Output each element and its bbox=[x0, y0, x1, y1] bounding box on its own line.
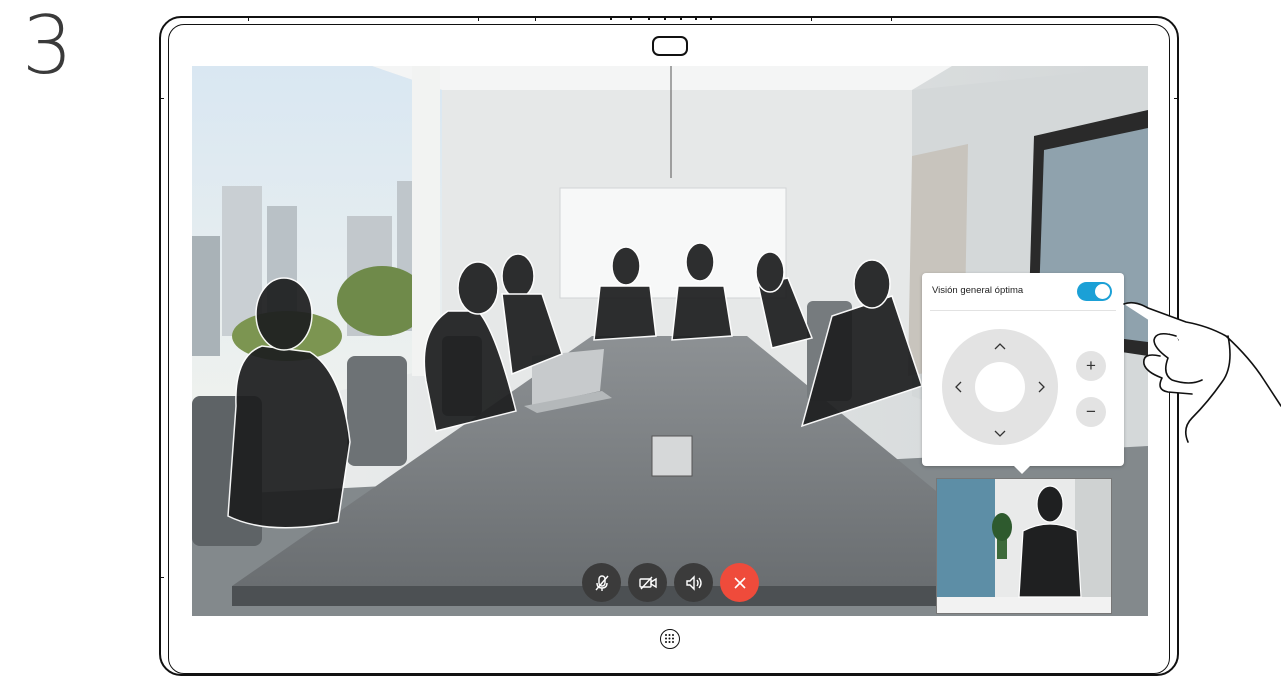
bezel-tick bbox=[248, 16, 249, 21]
zoom-out-button[interactable]: − bbox=[1076, 397, 1106, 427]
dpad-center bbox=[975, 362, 1025, 412]
call-controls bbox=[582, 563, 759, 603]
bezel-tick bbox=[680, 16, 682, 20]
chevron-down-icon bbox=[994, 430, 1006, 437]
bezel-tick bbox=[610, 16, 612, 20]
keypad-icon bbox=[665, 634, 674, 643]
bezel-tick bbox=[535, 16, 536, 21]
self-view-image bbox=[937, 479, 1111, 613]
bezel-tick bbox=[159, 577, 164, 578]
keypad-button[interactable] bbox=[660, 629, 680, 649]
volume-button[interactable] bbox=[674, 563, 713, 602]
mic-muted-icon bbox=[594, 574, 609, 591]
pan-down-button[interactable] bbox=[994, 427, 1006, 440]
bezel-tick bbox=[695, 16, 697, 20]
chevron-left-icon bbox=[955, 381, 962, 393]
pan-up-button[interactable] bbox=[994, 339, 1006, 352]
pan-right-button[interactable] bbox=[1038, 381, 1046, 395]
chevron-right-icon bbox=[1038, 381, 1045, 393]
video-off-icon bbox=[638, 576, 657, 589]
bezel-tick bbox=[664, 16, 666, 20]
best-overview-label: Visión general óptima bbox=[932, 285, 1024, 296]
bezel-tick bbox=[1174, 98, 1179, 99]
bezel-tick bbox=[811, 16, 812, 21]
zoom-in-button[interactable]: + bbox=[1076, 351, 1106, 381]
camera-pill-icon bbox=[652, 36, 688, 56]
bezel-tick bbox=[648, 16, 650, 20]
chevron-up-icon bbox=[994, 343, 1006, 350]
pointing-hand-icon bbox=[1123, 301, 1281, 443]
bezel-tick bbox=[891, 16, 892, 21]
self-view-video bbox=[936, 478, 1112, 614]
video-toggle-button[interactable] bbox=[628, 563, 667, 602]
pan-left-button[interactable] bbox=[954, 381, 962, 395]
panel-caret bbox=[1014, 466, 1030, 474]
camera-dpad bbox=[942, 329, 1058, 445]
end-call-button[interactable] bbox=[720, 563, 759, 602]
panel-divider bbox=[930, 310, 1116, 311]
camera-control-panel: Visión general óptima + − bbox=[922, 273, 1124, 474]
bezel-tick bbox=[478, 16, 479, 21]
mute-button[interactable] bbox=[582, 563, 621, 602]
bezel-tick bbox=[630, 16, 632, 20]
step-number: 3 bbox=[22, 0, 73, 92]
bezel-tick bbox=[159, 98, 164, 99]
best-overview-toggle[interactable] bbox=[1077, 282, 1112, 301]
bezel-tick bbox=[710, 16, 712, 20]
toggle-knob bbox=[1095, 284, 1110, 299]
end-call-icon bbox=[733, 576, 746, 589]
speaker-icon bbox=[685, 574, 702, 591]
